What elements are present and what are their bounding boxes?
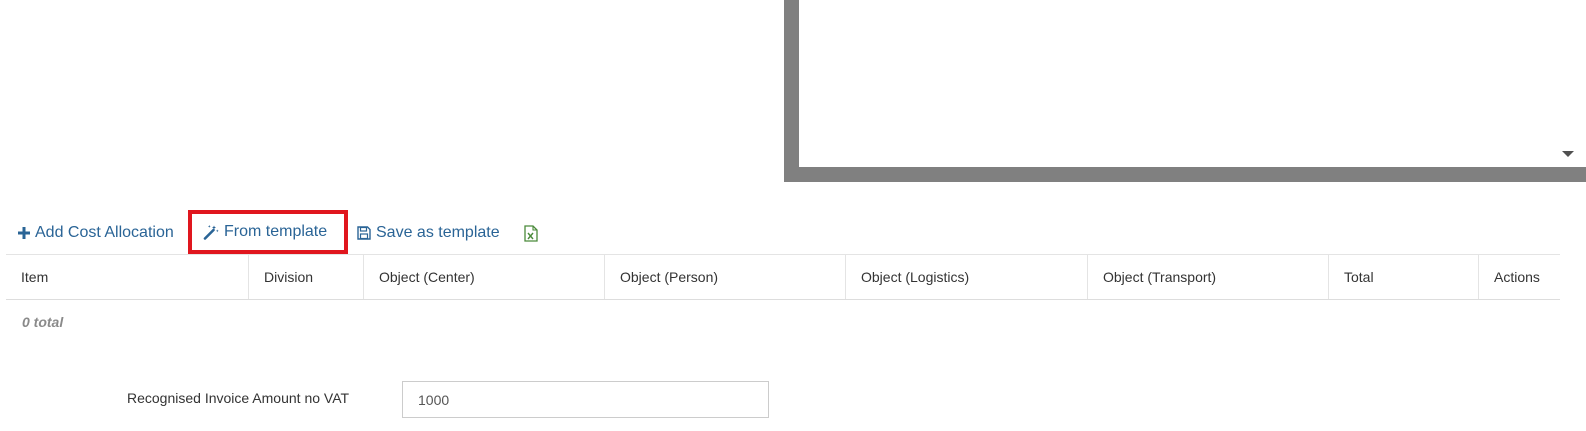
cost-allocation-table: Item Division Object (Center) Object (Pe…	[6, 254, 1560, 300]
from-template-label: From template	[224, 223, 328, 240]
save-as-template-label: Save as template	[376, 224, 500, 241]
excel-export-icon	[524, 224, 538, 242]
column-header-object-center[interactable]: Object (Center)	[363, 255, 604, 299]
plus-icon	[18, 227, 30, 239]
cost-allocation-toolbar: Add Cost Allocation From template Save a…	[0, 210, 1586, 254]
text-area-frame	[784, 0, 1586, 182]
scroll-down-arrow-icon[interactable]	[1562, 151, 1574, 157]
table-header: Item Division Object (Center) Object (Pe…	[6, 254, 1560, 300]
recognised-amount-label: Recognised Invoice Amount no VAT	[127, 390, 350, 406]
recognised-amount-input[interactable]	[402, 381, 769, 418]
add-cost-allocation-label: Add Cost Allocation	[35, 224, 174, 241]
column-header-object-logistics[interactable]: Object (Logistics)	[845, 255, 1087, 299]
export-excel-button[interactable]	[524, 212, 543, 254]
magic-wand-icon	[203, 224, 219, 240]
floppy-disk-icon	[357, 226, 371, 240]
column-header-total[interactable]: Total	[1328, 255, 1478, 299]
from-template-button[interactable]: From template	[188, 210, 348, 254]
save-as-template-button[interactable]: Save as template	[357, 212, 500, 254]
text-area[interactable]	[799, 0, 1586, 167]
add-cost-allocation-button[interactable]: Add Cost Allocation	[18, 212, 174, 254]
column-header-object-person[interactable]: Object (Person)	[604, 255, 845, 299]
column-header-item[interactable]: Item	[6, 255, 248, 299]
column-header-actions: Actions	[1478, 255, 1560, 299]
cost-allocation-page: Add Cost Allocation From template Save a…	[0, 0, 1586, 431]
column-header-division[interactable]: Division	[248, 255, 363, 299]
column-header-object-transport[interactable]: Object (Transport)	[1087, 255, 1328, 299]
table-total-count: 0 total	[22, 314, 64, 330]
